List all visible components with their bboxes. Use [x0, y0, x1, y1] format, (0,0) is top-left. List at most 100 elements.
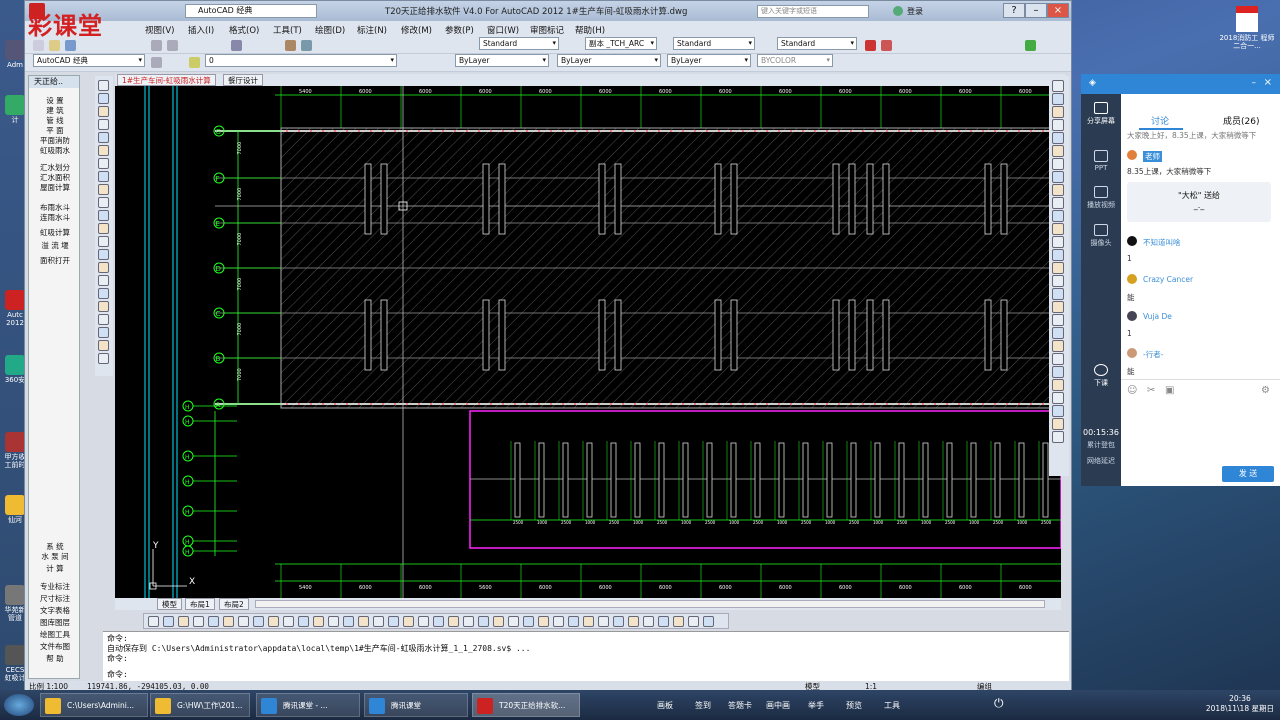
- drawing-canvas[interactable]: G F E D C B A 7000 7000 7000 7000 7000 7000 5400 6000 6…: [115, 86, 1061, 598]
- lineweight-select[interactable]: ByLayer: [667, 54, 751, 67]
- tz-menu-item[interactable]: 布雨水斗: [31, 203, 79, 213]
- tool-icon[interactable]: [1052, 171, 1064, 183]
- tz-menu-item[interactable]: 绘图工具: [31, 630, 79, 640]
- desktop-pdf-icon[interactable]: 2018消防工 程师二合一...: [1218, 6, 1276, 50]
- tool-icon[interactable]: [98, 249, 109, 260]
- power-icon[interactable]: ⏻: [994, 696, 1008, 712]
- taskbar-explorer-2[interactable]: G:\HW\工作\201...: [150, 693, 250, 717]
- tool-icon[interactable]: [98, 288, 109, 299]
- tool-answer-card[interactable]: 答题卡: [728, 700, 752, 711]
- menu-format[interactable]: 格式(O): [229, 24, 259, 36]
- settings-icon[interactable]: ⚙: [1261, 385, 1270, 396]
- command-prompt[interactable]: 命令:: [107, 670, 1065, 680]
- menu-params[interactable]: 参数(P): [445, 24, 474, 36]
- tab-discussion[interactable]: 讨论: [1151, 114, 1169, 127]
- tool-icon[interactable]: [1052, 158, 1064, 170]
- ppt-button[interactable]: PPT: [1081, 150, 1121, 172]
- tool-icon[interactable]: [98, 158, 109, 169]
- tool-icon[interactable]: [1052, 405, 1064, 417]
- tool-icon[interactable]: [508, 616, 519, 627]
- tool-icon[interactable]: [98, 119, 109, 130]
- tool-icon[interactable]: [98, 236, 109, 247]
- tool-icon[interactable]: [1052, 392, 1064, 404]
- text-style-select[interactable]: Standard: [479, 37, 559, 50]
- search-input[interactable]: 键入关键字或短语: [757, 5, 869, 18]
- tool-icon[interactable]: [1052, 379, 1064, 391]
- taskbar-tencent-1[interactable]: 腾讯课堂 - ...: [256, 693, 360, 717]
- tz-menu-item[interactable]: 文字表格: [31, 606, 79, 616]
- tool-icon[interactable]: [478, 616, 489, 627]
- send-button[interactable]: 发 送: [1222, 466, 1274, 482]
- clock[interactable]: 20:36 2018\11\18 星期日: [1206, 694, 1274, 714]
- close-button[interactable]: ×: [1047, 3, 1069, 18]
- share-screen-button[interactable]: 分享屏幕: [1081, 102, 1121, 126]
- tool-icon[interactable]: [98, 184, 109, 195]
- command-line[interactable]: 命令: 自动保存到 C:\Users\Administrator\appdata…: [103, 631, 1069, 681]
- tz-menu-item[interactable]: 虹吸雨水: [31, 146, 79, 156]
- tz-menu-item[interactable]: 虹吸计算: [31, 228, 79, 238]
- tool-icon[interactable]: [583, 616, 594, 627]
- zoom-icon[interactable]: [301, 40, 312, 51]
- tool-icon[interactable]: [283, 616, 294, 627]
- workspace-select[interactable]: AutoCAD 经典: [185, 4, 317, 18]
- tool-icon[interactable]: [98, 262, 109, 273]
- tz-menu-item[interactable]: 屋面计算: [31, 183, 79, 193]
- menu-dimension[interactable]: 标注(N): [357, 24, 387, 36]
- tool-preview[interactable]: 预览: [846, 700, 862, 711]
- tz-menu-item[interactable]: 图库图层: [31, 618, 79, 628]
- minimize-button[interactable]: –: [1025, 3, 1047, 18]
- tool-icon[interactable]: [1052, 210, 1064, 222]
- tool-icon[interactable]: [98, 80, 109, 91]
- camera-button[interactable]: 摄像头: [1081, 224, 1121, 248]
- end-class-button[interactable]: 下课: [1081, 364, 1121, 388]
- tool-icon[interactable]: [253, 616, 264, 627]
- tool-icon[interactable]: [433, 616, 444, 627]
- tz-menu-header[interactable]: 天正给..: [29, 76, 79, 88]
- play-video-button[interactable]: 播放视频: [1081, 186, 1121, 210]
- tool-icon[interactable]: [193, 616, 204, 627]
- tool-icon[interactable]: [178, 616, 189, 627]
- tz-menu-item[interactable]: 连雨水斗: [31, 213, 79, 223]
- menu-window[interactable]: 窗口(W): [487, 24, 519, 36]
- tab-layout1[interactable]: 布局1: [185, 598, 215, 610]
- tool-icon[interactable]: [1052, 431, 1064, 443]
- close-icon[interactable]: ×: [1264, 77, 1272, 88]
- tool-icon[interactable]: [493, 616, 504, 627]
- minimize-icon[interactable]: –: [1252, 78, 1257, 88]
- tool-icon[interactable]: [98, 314, 109, 325]
- tool-icon[interactable]: [238, 616, 249, 627]
- tool-icon[interactable]: [268, 616, 279, 627]
- image-icon[interactable]: ▣: [1165, 385, 1174, 396]
- tool-icon[interactable]: [403, 616, 414, 627]
- tool-icon[interactable]: [163, 616, 174, 627]
- tool-icon[interactable]: [98, 132, 109, 143]
- tool-icon[interactable]: [1052, 145, 1064, 157]
- tool-icon[interactable]: [643, 616, 654, 627]
- table-style-select[interactable]: Standard: [673, 37, 755, 50]
- tool-icon[interactable]: [1052, 93, 1064, 105]
- tool-icon[interactable]: [1052, 327, 1064, 339]
- tool-icon[interactable]: [1052, 301, 1064, 313]
- help-button[interactable]: ?: [1003, 3, 1025, 18]
- tool-icon[interactable]: [358, 616, 369, 627]
- menu-insert[interactable]: 插入(I): [188, 24, 214, 36]
- tool-icon[interactable]: [208, 616, 219, 627]
- dim-style-select[interactable]: 副本 _TCH_ARC: [585, 37, 657, 50]
- tool-icon[interactable]: [98, 223, 109, 234]
- tool-icon[interactable]: [343, 616, 354, 627]
- tool-icon[interactable]: [98, 171, 109, 182]
- tool-icon[interactable]: [688, 616, 699, 627]
- tab-model[interactable]: 模型: [157, 598, 182, 610]
- tool-icon[interactable]: [553, 616, 564, 627]
- tz-menu-item[interactable]: 尺寸标注: [31, 594, 79, 604]
- settings-icon[interactable]: [151, 57, 162, 68]
- layer-manager-icon[interactable]: [189, 57, 200, 68]
- tz-menu-item[interactable]: 平 面: [31, 126, 79, 136]
- tab-members[interactable]: 成员(26): [1223, 114, 1259, 127]
- tool-icon[interactable]: [98, 93, 109, 104]
- start-button[interactable]: [4, 694, 34, 716]
- copy-icon[interactable]: [167, 40, 178, 51]
- menu-help[interactable]: 帮助(H): [575, 24, 605, 36]
- tool-icon[interactable]: [538, 616, 549, 627]
- tool-icon[interactable]: [598, 616, 609, 627]
